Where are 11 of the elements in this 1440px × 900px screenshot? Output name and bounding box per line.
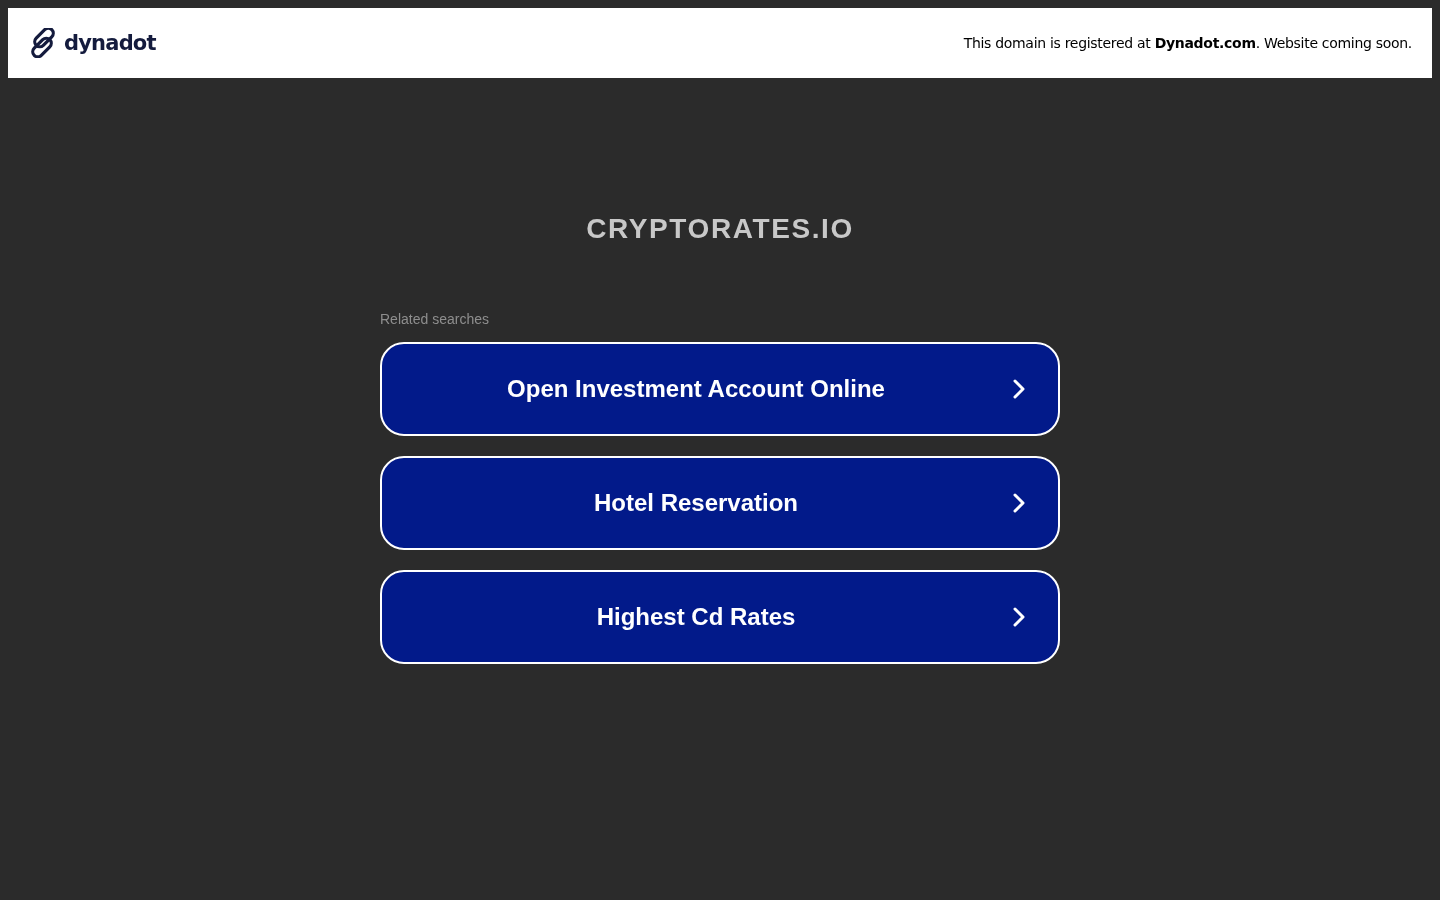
related-searches-label: Related searches: [380, 311, 490, 327]
registration-notice: This domain is registered at Dynadot.com. Website coming soon.: [963, 35, 1412, 51]
chevron-right-icon: [1012, 378, 1026, 400]
logo-wordmark[interactable]: dynadot: [64, 32, 156, 54]
related-search-link[interactable]: Hotel Reservation: [380, 456, 1060, 550]
chevron-right-icon: [1012, 492, 1026, 514]
related-search-link[interactable]: Open Investment Account Online: [380, 342, 1060, 436]
related-search-link[interactable]: Highest Cd Rates: [380, 570, 1060, 664]
chain-link-icon: [28, 28, 58, 58]
domain-title: CRYPTORATES.IO: [586, 213, 854, 245]
chevron-right-icon: [1012, 606, 1026, 628]
